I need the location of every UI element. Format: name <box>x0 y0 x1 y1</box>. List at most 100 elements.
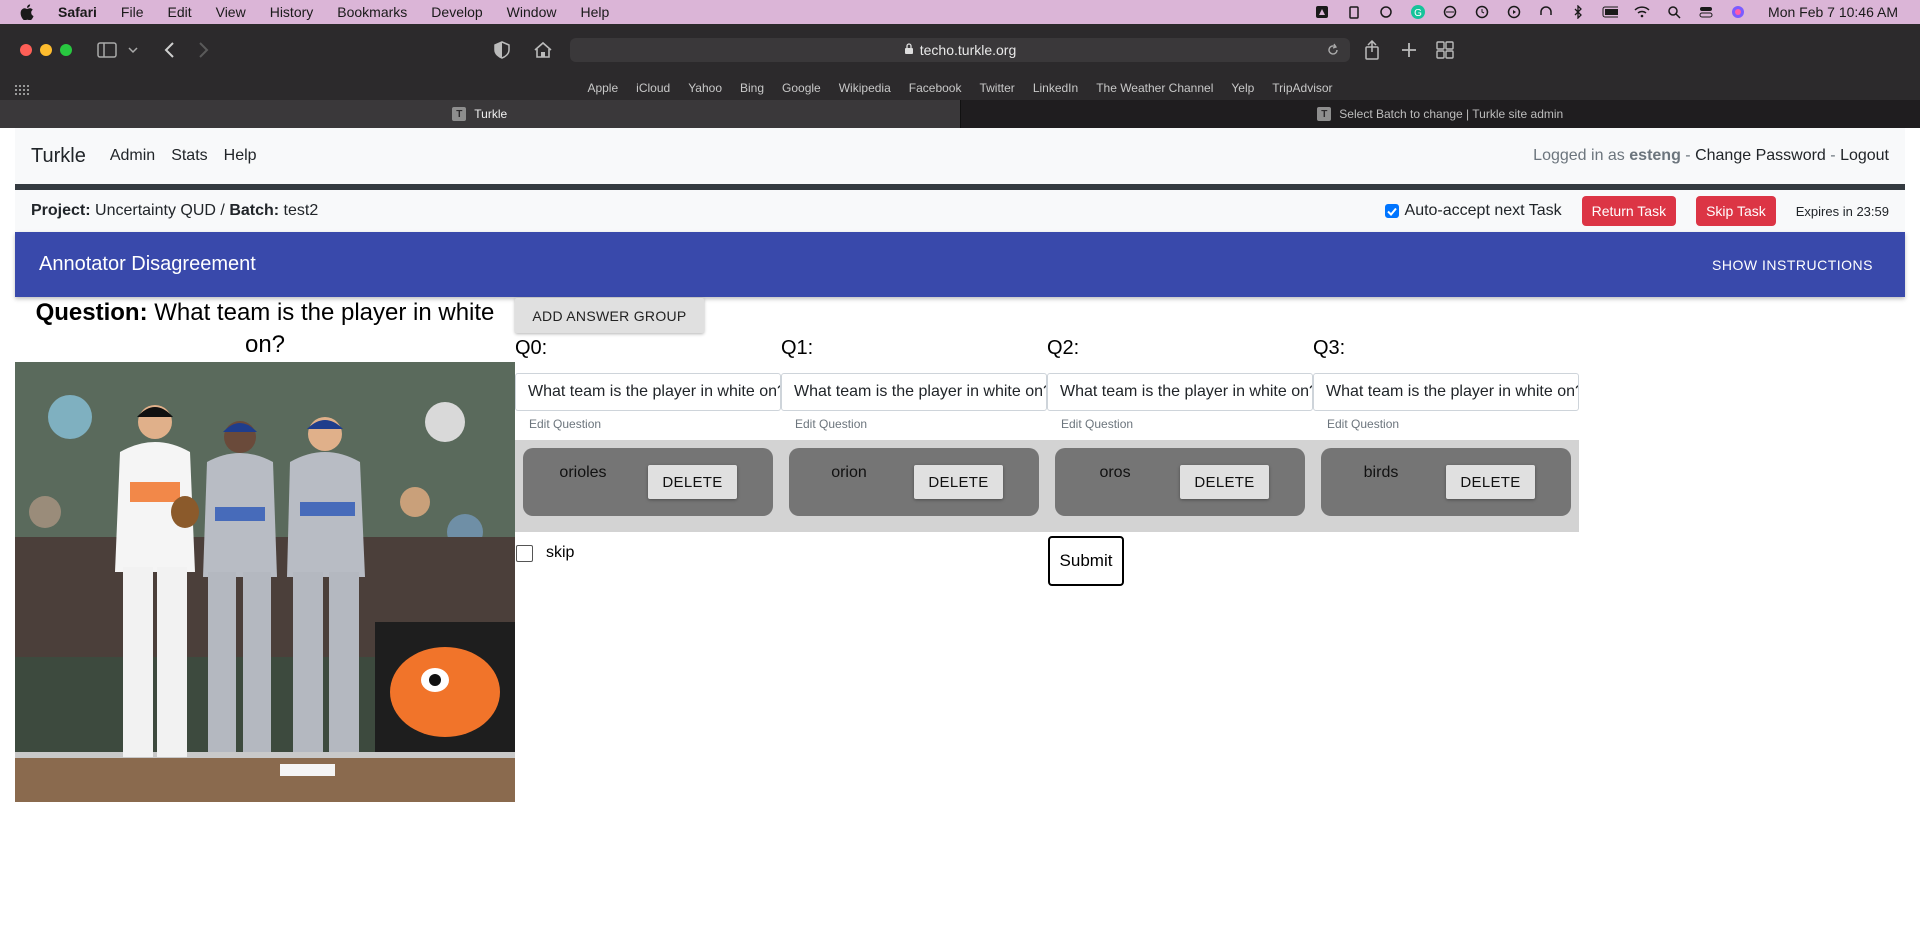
tab-favicon: T <box>1317 107 1332 121</box>
close-window-button[interactable] <box>20 44 32 56</box>
separator: - <box>1685 147 1691 164</box>
delete-answer-button[interactable]: DELETE <box>1446 465 1535 499</box>
favorite-icloud[interactable]: iCloud <box>636 81 670 95</box>
submit-button[interactable]: Submit <box>1048 536 1124 586</box>
skip-task-button[interactable]: Skip Task <box>1696 196 1776 226</box>
answer-text: oros <box>1099 464 1131 481</box>
menu-bookmarks[interactable]: Bookmarks <box>337 4 407 20</box>
show-instructions-button[interactable]: SHOW INSTRUCTIONS <box>1712 257 1873 273</box>
menu-develop[interactable]: Develop <box>431 4 482 20</box>
nav-help-link[interactable]: Help <box>224 147 257 165</box>
favorite-weather-channel[interactable]: The Weather Channel <box>1096 81 1213 95</box>
favorite-bing[interactable]: Bing <box>740 81 764 95</box>
clipboard-icon[interactable] <box>1346 4 1362 20</box>
menu-window[interactable]: Window <box>507 4 557 20</box>
share-icon[interactable] <box>1364 38 1380 62</box>
nav-stats-link[interactable]: Stats <box>171 147 207 165</box>
username: esteng <box>1629 147 1681 164</box>
favorite-linkedin[interactable]: LinkedIn <box>1033 81 1078 95</box>
wifi-icon[interactable] <box>1634 4 1650 20</box>
user-menu: Logged in as esteng - Change Password - … <box>1533 147 1889 165</box>
menu-file[interactable]: File <box>121 4 144 20</box>
answer-group: orioles DELETE <box>515 440 781 532</box>
turkle-brand-link[interactable]: Turkle <box>31 145 86 168</box>
skip-checkbox[interactable]: skip <box>516 544 574 562</box>
question-rewrite-input[interactable]: What team is the player in white on? <box>515 373 781 411</box>
delete-answer-button[interactable]: DELETE <box>648 465 737 499</box>
skip-label: skip <box>546 544 575 561</box>
question-rewrite-input[interactable]: What team is the player in white on? <box>1047 373 1313 411</box>
sidebar-toggle-icon[interactable] <box>97 38 117 62</box>
logout-link[interactable]: Logout <box>1840 147 1889 164</box>
forward-arrow-icon[interactable] <box>198 38 210 62</box>
favorite-facebook[interactable]: Facebook <box>909 81 962 95</box>
menu-history[interactable]: History <box>270 4 314 20</box>
sync-icon[interactable] <box>1378 4 1394 20</box>
control-center-icon[interactable] <box>1698 4 1714 20</box>
project-name: Uncertainty QUD <box>95 202 216 219</box>
url-text: techo.turkle.org <box>919 42 1017 58</box>
answer-chip[interactable]: orion DELETE <box>789 448 1039 516</box>
favorite-tripadvisor[interactable]: TripAdvisor <box>1272 81 1332 95</box>
safari-window-chrome: techo.turkle.org Apple iCloud Yahoo Bing… <box>0 24 1920 128</box>
add-answer-group-button[interactable]: ADD ANSWER GROUP <box>515 298 704 333</box>
time-machine-icon[interactable] <box>1474 4 1490 20</box>
nav-admin-link[interactable]: Admin <box>110 147 155 165</box>
menu-edit[interactable]: Edit <box>167 4 191 20</box>
svg-text:G: G <box>1414 8 1422 19</box>
reload-icon[interactable] <box>1326 43 1340 60</box>
zoom-window-button[interactable] <box>60 44 72 56</box>
address-bar[interactable]: techo.turkle.org <box>570 38 1350 62</box>
spotlight-search-icon[interactable] <box>1666 4 1682 20</box>
question-index-label: Q0: <box>515 337 548 359</box>
bluetooth-icon[interactable] <box>1570 4 1586 20</box>
auto-accept-label: Auto-accept next Task <box>1404 202 1562 219</box>
chevron-down-icon[interactable] <box>128 38 138 62</box>
privacy-shield-icon[interactable] <box>494 38 510 62</box>
checkbox-unchecked-icon[interactable] <box>516 544 533 562</box>
question-rewrite-input[interactable]: What team is the player in white on? <box>1313 373 1579 411</box>
answer-chip[interactable]: oros DELETE <box>1055 448 1305 516</box>
return-task-button[interactable]: Return Task <box>1581 196 1677 226</box>
lock-icon <box>904 42 914 58</box>
tab-overview-icon[interactable] <box>1436 38 1454 62</box>
vpn-icon[interactable] <box>1442 4 1458 20</box>
answer-chip[interactable]: orioles DELETE <box>523 448 773 516</box>
favorite-apple[interactable]: Apple <box>587 81 618 95</box>
minimize-window-button[interactable] <box>40 44 52 56</box>
menu-help[interactable]: Help <box>580 4 609 20</box>
answer-group: orion DELETE <box>781 440 1047 532</box>
play-icon[interactable] <box>1506 4 1522 20</box>
question-column-q1: Q1: What team is the player in white on?… <box>781 334 1047 532</box>
favorite-wikipedia[interactable]: Wikipedia <box>839 81 891 95</box>
grammarly-icon[interactable]: G <box>1410 4 1426 20</box>
menu-view[interactable]: View <box>216 4 246 20</box>
delete-answer-button[interactable]: DELETE <box>1180 465 1269 499</box>
menubar-clock[interactable]: Mon Feb 7 10:46 AM <box>1768 4 1898 20</box>
favorite-yahoo[interactable]: Yahoo <box>688 81 722 95</box>
tab-turkle[interactable]: T Turkle <box>0 100 961 128</box>
drive-icon[interactable] <box>1314 4 1330 20</box>
tab-turkle-admin[interactable]: T Select Batch to change | Turkle site a… <box>960 100 1920 128</box>
battery-icon[interactable] <box>1602 4 1619 20</box>
question-rewrite-input[interactable]: What team is the player in white on? <box>781 373 1047 411</box>
back-arrow-icon[interactable] <box>163 38 175 62</box>
siri-icon[interactable] <box>1730 4 1746 20</box>
favorite-twitter[interactable]: Twitter <box>979 81 1014 95</box>
headphones-icon[interactable] <box>1538 4 1554 20</box>
tab-label: Select Batch to change | Turkle site adm… <box>1339 107 1564 121</box>
menu-safari[interactable]: Safari <box>58 4 97 20</box>
home-icon[interactable] <box>533 38 553 62</box>
favorite-google[interactable]: Google <box>782 81 821 95</box>
auto-accept-toggle[interactable]: Auto-accept next Task <box>1384 202 1562 220</box>
tab-bar: T Turkle T Select Batch to change | Turk… <box>0 100 1920 128</box>
change-password-link[interactable]: Change Password <box>1695 147 1826 164</box>
new-tab-plus-icon[interactable] <box>1401 38 1417 62</box>
apple-logo-icon[interactable] <box>20 4 36 20</box>
favorite-yelp[interactable]: Yelp <box>1231 81 1254 95</box>
checkbox-checked-icon[interactable] <box>1384 204 1399 218</box>
tab-label: Turkle <box>474 107 508 121</box>
answer-chip[interactable]: birds DELETE <box>1321 448 1571 516</box>
question-text: What team is the player in white on? <box>154 299 495 358</box>
delete-answer-button[interactable]: DELETE <box>914 465 1003 499</box>
